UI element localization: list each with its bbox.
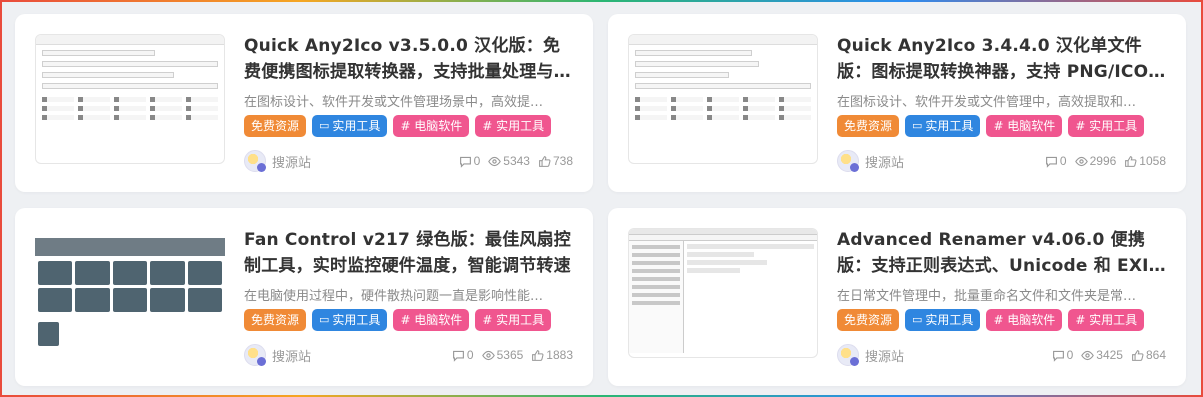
thumbs-up-icon [539,155,551,167]
eye-icon [481,350,495,360]
post-card[interactable]: Quick Any2Ico 3.4.4.0 汉化单文件版：图标提取转换神器，支持… [608,14,1186,192]
post-card[interactable]: Advanced Renamer v4.06.0 便携版：支持正则表达式、Uni… [608,208,1186,386]
post-thumbnail[interactable] [35,228,225,358]
tag-utility[interactable]: # 实用工具 [1068,309,1145,331]
tag-free-resource[interactable]: 免费资源 [837,309,900,331]
comment-icon [1045,156,1057,168]
like-count: 1883 [546,348,573,362]
author[interactable]: 搜源站 [837,344,904,366]
post-excerpt: 在图标设计、软件开发或文件管理场景中，高效提… [244,95,544,110]
tag-utility-category[interactable]: ▭ 实用工具 [312,309,388,331]
post-thumbnail[interactable] [628,34,818,164]
author-name: 搜源站 [272,349,312,365]
comment-icon [459,156,471,168]
tag-utility[interactable]: # 实用工具 [475,309,552,331]
comment-count: 0 [1066,348,1074,362]
author-name: 搜源站 [272,155,312,171]
author-name: 搜源站 [865,349,905,365]
view-count: 3425 [1096,348,1123,362]
post-excerpt: 在日常文件管理中，批量重命名文件和文件夹是常… [837,289,1137,304]
folder-icon: ▭ [912,119,923,132]
like-count: 1058 [1139,154,1166,168]
post-title[interactable]: Fan Control v217 绿色版：最佳风扇控制工具，实时监控硬件温度，智… [244,227,574,279]
post-card[interactable]: Fan Control v217 绿色版：最佳风扇控制工具，实时监控硬件温度，智… [15,208,593,386]
post-stats: 0 5365 1883 [452,348,573,362]
post-excerpt: 在图标设计、软件开发或文件管理中，高效提取和… [837,95,1137,110]
comment-count: 0 [473,154,481,168]
tag-list: 免费资源 ▭ 实用工具 # 电脑软件 # 实用工具 [837,115,1145,137]
eye-icon [1081,350,1095,360]
post-stats: 0 2996 1058 [1045,154,1166,168]
eye-icon [488,156,502,166]
tag-pc-software[interactable]: # 电脑软件 [393,115,470,137]
tag-free-resource[interactable]: 免费资源 [244,115,307,137]
folder-icon: ▭ [319,313,330,326]
post-stats: 0 3425 864 [1052,348,1166,362]
tag-pc-software[interactable]: # 电脑软件 [393,309,470,331]
thumbs-up-icon [1132,349,1144,361]
eye-icon [1074,156,1088,166]
tag-utility-category[interactable]: ▭ 实用工具 [905,115,981,137]
tag-pc-software[interactable]: # 电脑软件 [986,115,1063,137]
thumbs-up-icon [1125,155,1137,167]
comment-count: 0 [1059,154,1067,168]
post-title[interactable]: Quick Any2Ico 3.4.4.0 汉化单文件版：图标提取转换神器，支持… [837,33,1167,85]
folder-icon: ▭ [912,313,923,326]
like-count: 738 [552,154,573,168]
author[interactable]: 搜源站 [837,150,904,172]
tag-list: 免费资源 ▭ 实用工具 # 电脑软件 # 实用工具 [244,309,552,331]
author[interactable]: 搜源站 [244,150,311,172]
post-title[interactable]: Quick Any2Ico v3.5.0.0 汉化版：免费便携图标提取转换器，支… [244,33,574,85]
view-count: 5343 [503,154,530,168]
comment-icon [452,350,464,362]
comment-count: 0 [466,348,474,362]
tag-list: 免费资源 ▭ 实用工具 # 电脑软件 # 实用工具 [837,309,1145,331]
avatar [837,344,859,366]
like-count: 864 [1145,348,1166,362]
tag-utility-category[interactable]: ▭ 实用工具 [905,309,981,331]
avatar [837,150,859,172]
tag-utility[interactable]: # 实用工具 [1068,115,1145,137]
post-thumbnail[interactable] [35,34,225,164]
avatar [244,150,266,172]
view-count: 5365 [496,348,524,362]
post-excerpt: 在电脑使用过程中，硬件散热问题一直是影响性能… [244,289,544,304]
post-thumbnail[interactable] [628,228,818,358]
tag-pc-software[interactable]: # 电脑软件 [986,309,1063,331]
post-card[interactable]: Quick Any2Ico v3.5.0.0 汉化版：免费便携图标提取转换器，支… [15,14,593,192]
thumbs-up-icon [532,349,544,361]
tag-utility[interactable]: # 实用工具 [475,115,552,137]
comment-icon [1052,350,1064,362]
tag-list: 免费资源 ▭ 实用工具 # 电脑软件 # 实用工具 [244,115,552,137]
tag-free-resource[interactable]: 免费资源 [837,115,900,137]
view-count: 2996 [1089,154,1117,168]
tag-free-resource[interactable]: 免费资源 [244,309,307,331]
post-title[interactable]: Advanced Renamer v4.06.0 便携版：支持正则表达式、Uni… [837,227,1167,279]
tag-utility-category[interactable]: ▭ 实用工具 [312,115,388,137]
folder-icon: ▭ [319,119,330,132]
author[interactable]: 搜源站 [244,344,311,366]
post-stats: 0 5343 738 [459,154,573,168]
author-name: 搜源站 [865,155,905,171]
avatar [244,344,266,366]
